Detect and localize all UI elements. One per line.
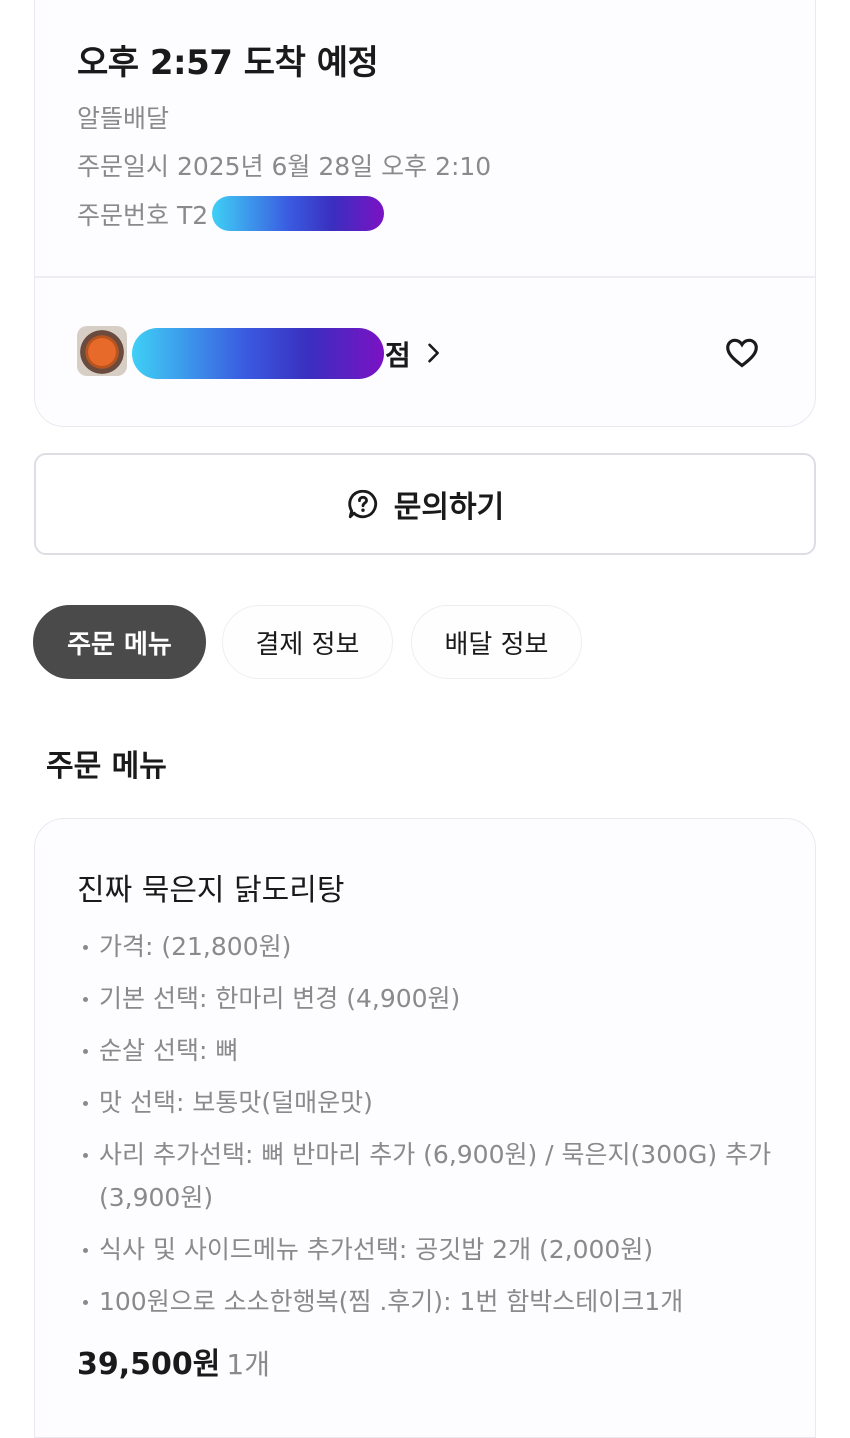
delivery-type: 알뜰배달	[77, 104, 170, 133]
order-summary-card: 오후 2:57 도착 예정 알뜰배달 주문일시 2025년 6월 28일 오후 …	[34, 0, 816, 427]
tab-order-menu[interactable]: 주문 메뉴	[33, 605, 206, 679]
menu-option: 순살 선택: 뼈	[77, 1029, 777, 1072]
menu-option: 기본 선택: 한마리 변경 (4,900원)	[77, 977, 777, 1020]
inquiry-button[interactable]: 문의하기	[34, 453, 816, 555]
redacted-order-number	[212, 196, 384, 231]
menu-price: 39,500원	[77, 1347, 221, 1382]
inquiry-label: 문의하기	[393, 490, 505, 525]
menu-option: 식사 및 사이드메뉴 추가선택: 공깃밥 2개 (2,000원)	[77, 1228, 777, 1271]
divider	[35, 276, 815, 278]
menu-options-list: 가격: (21,800원) 기본 선택: 한마리 변경 (4,900원) 순살 …	[77, 925, 777, 1332]
menu-item-name: 진짜 묵은지 닭도리탕	[77, 873, 345, 908]
store-name-suffix[interactable]: 점	[385, 334, 411, 374]
arrival-time: 오후 2:57 도착 예정	[77, 43, 379, 83]
redacted-store-name[interactable]	[132, 328, 384, 379]
menu-option: 100원으로 소소한행복(찜 .후기): 1번 함박스테이크1개	[77, 1280, 777, 1323]
menu-option: 가격: (21,800원)	[77, 925, 777, 968]
chevron-right-icon[interactable]	[419, 339, 447, 367]
menu-item-card: 진짜 묵은지 닭도리탕 가격: (21,800원) 기본 선택: 한마리 변경 …	[34, 818, 816, 1438]
question-bubble-icon	[348, 489, 377, 519]
menu-option: 맛 선택: 보통맛(덜매운맛)	[77, 1081, 777, 1124]
heart-icon[interactable]	[723, 333, 761, 371]
order-number: 주문번호 T2	[77, 201, 209, 230]
store-thumbnail[interactable]	[77, 326, 127, 376]
price-row: 39,500원 1개	[77, 1339, 270, 1383]
order-datetime: 주문일시 2025년 6월 28일 오후 2:10	[77, 152, 492, 181]
menu-option: 사리 추가선택: 뼈 반마리 추가 (6,900원) / 묵은지(300G) 추…	[77, 1133, 777, 1219]
tab-payment-info[interactable]: 결제 정보	[222, 605, 393, 679]
section-title: 주문 메뉴	[46, 749, 167, 784]
tab-delivery-info[interactable]: 배달 정보	[411, 605, 582, 679]
menu-quantity: 1개	[226, 1348, 270, 1381]
